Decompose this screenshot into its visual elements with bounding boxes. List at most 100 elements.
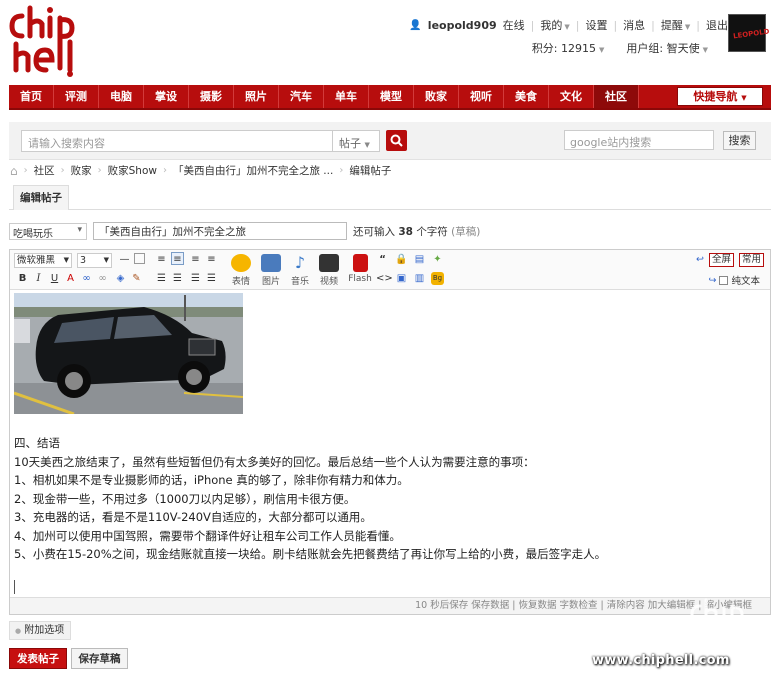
align-center-icon[interactable]: ≡ [189, 253, 202, 266]
quote-icon[interactable]: “ [376, 253, 389, 266]
ordered-list-icon[interactable]: ☰ [155, 272, 168, 285]
undo-icon[interactable]: ↩ [696, 254, 704, 265]
font-size-select[interactable]: 3 ▼ [77, 253, 112, 268]
user-icon: 👤 [409, 19, 422, 31]
nav-item-pc[interactable]: 电脑 [99, 85, 144, 108]
nav-item-audio-video[interactable]: 视听 [459, 85, 504, 108]
my-menu[interactable]: 我的 ▼ [540, 17, 569, 33]
post-button[interactable]: 发表帖子 [9, 648, 67, 669]
search-type-select[interactable]: 帖子 ▼ [333, 130, 380, 152]
post-editor: 微软雅黑 ▼ 3 ▼ — ≡ ≡ ≡ ≡ B I U A ∞ ∞ ◈ ✎ ☰ ☰ ☰… [9, 249, 771, 615]
image-icon [261, 254, 281, 272]
chevron-down-icon: ▼ [741, 94, 747, 102]
underline-icon[interactable]: U [48, 272, 61, 285]
password-icon[interactable]: ▤ [413, 253, 426, 266]
editor-content[interactable]: 四、结语 10天美西之旅结束了，虽然有些短暂但仍有太多美好的回忆。最后总结一些个… [14, 293, 754, 564]
font-family-select[interactable]: 微软雅黑 ▼ [14, 253, 72, 268]
crumb-separator: › [60, 165, 65, 176]
font-color-icon[interactable]: A [64, 272, 77, 285]
avatar[interactable]: LEOPOLD [728, 14, 770, 52]
nav-item-home[interactable]: 首页 [9, 85, 54, 108]
align-right-icon[interactable]: ≡ [205, 253, 218, 266]
nav-item-culture[interactable]: 文化 [549, 85, 594, 108]
music-button[interactable]: ♪ 音乐 [285, 254, 315, 288]
quick-nav-button[interactable]: 快捷导航 ▼ [677, 87, 763, 106]
nav-item-reviews[interactable]: 评测 [54, 85, 99, 108]
search-input[interactable]: 请输入搜索内容 [21, 130, 333, 152]
google-search-input[interactable]: google站内搜索 [564, 130, 714, 150]
breadcrumb-item[interactable]: 社区 [34, 163, 55, 178]
breadcrumb-item[interactable]: 败家 [71, 163, 92, 178]
crumb-separator: › [339, 165, 344, 176]
italic-icon[interactable]: I [32, 272, 45, 285]
hide-lock-icon[interactable]: 🔒 [395, 253, 408, 266]
nav-item-bikes[interactable]: 单车 [324, 85, 369, 108]
fullscreen-button[interactable]: 全屏 [708, 253, 734, 267]
nav-item-shopping[interactable]: 败家 [414, 85, 459, 108]
bg-color-icon[interactable]: ◈ [114, 272, 127, 285]
video-icon [319, 254, 339, 272]
crumb-separator: › [97, 165, 102, 176]
align-justify-icon[interactable]: ≡ [171, 252, 184, 265]
outdent-icon[interactable]: ☰ [205, 272, 218, 285]
nav-item-cars[interactable]: 汽车 [279, 85, 324, 108]
redo-icon[interactable]: ↪ [709, 275, 717, 286]
content-line: 3、充电器的话，看是不是110V-240V自适应的，大部分都可以通用。 [14, 510, 372, 524]
save-draft-button[interactable]: 保存草稿 [71, 648, 128, 669]
attach-options-button[interactable]: ● 附加选项 [9, 621, 71, 640]
format-clear-icon[interactable]: ✎ [130, 272, 143, 285]
bullet-icon: ● [15, 627, 22, 635]
points-menu[interactable]: 积分: 12915 ▼ [532, 40, 605, 56]
common-button[interactable]: 常用 [738, 253, 764, 267]
usergroup-menu[interactable]: 用户组: 智天使 ▼ [626, 40, 708, 56]
table-icon[interactable] [134, 253, 145, 264]
free-icon[interactable]: ▣ [395, 272, 408, 285]
home-icon[interactable]: ⌂ [10, 164, 18, 178]
nav-item-handheld[interactable]: 掌设 [144, 85, 189, 108]
category-select[interactable]: 吃喝玩乐 [9, 223, 87, 240]
settings-link[interactable]: 设置 [585, 17, 607, 33]
chevron-down-icon: ▼ [564, 23, 570, 31]
username-link[interactable]: leopold909 [428, 19, 497, 32]
code-icon[interactable]: <> [376, 272, 393, 285]
nav-item-community[interactable]: 社区 [594, 85, 639, 108]
unordered-list-icon[interactable]: ☰ [171, 272, 184, 285]
breadcrumb-item[interactable]: 败家Show [108, 163, 157, 178]
unlink-icon[interactable]: ∞ [96, 272, 109, 285]
user-status[interactable]: 在线 [503, 17, 525, 33]
content-line: 4、加州可以使用中国驾照，需要带个翻译件好让租车公司工作人员能看懂。 [14, 528, 401, 543]
breadcrumb-item[interactable]: 「美西自由行」加州不完全之旅 ... [173, 163, 333, 178]
plain-text-label: 纯文本 [731, 276, 760, 287]
sell-icon[interactable]: ✦ [431, 253, 444, 266]
watermark-logo [690, 598, 744, 656]
subject-input[interactable]: 「美西自由行」加州不完全之旅 [93, 222, 347, 240]
emoticon-button[interactable]: 表情 [226, 254, 256, 287]
page-break-icon[interactable]: ▥ [413, 272, 426, 285]
bold-icon[interactable]: B [16, 272, 29, 285]
link-icon[interactable]: ∞ [80, 272, 93, 285]
search-button[interactable] [386, 130, 407, 151]
nav-item-photos[interactable]: 照片 [234, 85, 279, 108]
bg-icon[interactable]: Bg [431, 272, 444, 285]
image-button[interactable]: 图片 [256, 254, 286, 287]
indent-icon[interactable]: ☰ [189, 272, 202, 285]
chiphell-logo[interactable] [8, 4, 78, 78]
messages-link[interactable]: 消息 [623, 17, 645, 33]
google-search-button[interactable]: 搜索 [723, 131, 756, 150]
align-left-icon[interactable]: ≡ [155, 253, 168, 266]
tab-bar: 编辑帖子 [9, 182, 771, 210]
logout-link[interactable]: 退出 [706, 17, 728, 33]
nav-item-food[interactable]: 美食 [504, 85, 549, 108]
reminder-menu[interactable]: 提醒 ▼ [661, 17, 690, 33]
nav-item-photography[interactable]: 摄影 [189, 85, 234, 108]
tab-edit-post[interactable]: 编辑帖子 [13, 185, 69, 210]
divider: | [613, 18, 618, 32]
editor-toolbar: 微软雅黑 ▼ 3 ▼ — ≡ ≡ ≡ ≡ B I U A ∞ ∞ ◈ ✎ ☰ ☰ ☰… [10, 250, 770, 290]
plain-text-toggle[interactable]: ↪ 纯文本 [709, 273, 760, 288]
hr-icon[interactable]: — [118, 253, 131, 266]
user-stats: 积分: 12915 ▼ 用户组: 智天使 ▼ [532, 40, 708, 56]
video-button[interactable]: 视频 [314, 254, 344, 287]
plain-text-checkbox[interactable] [719, 275, 729, 285]
nav-item-models[interactable]: 模型 [369, 85, 414, 108]
flash-button[interactable]: Flash [345, 254, 375, 284]
